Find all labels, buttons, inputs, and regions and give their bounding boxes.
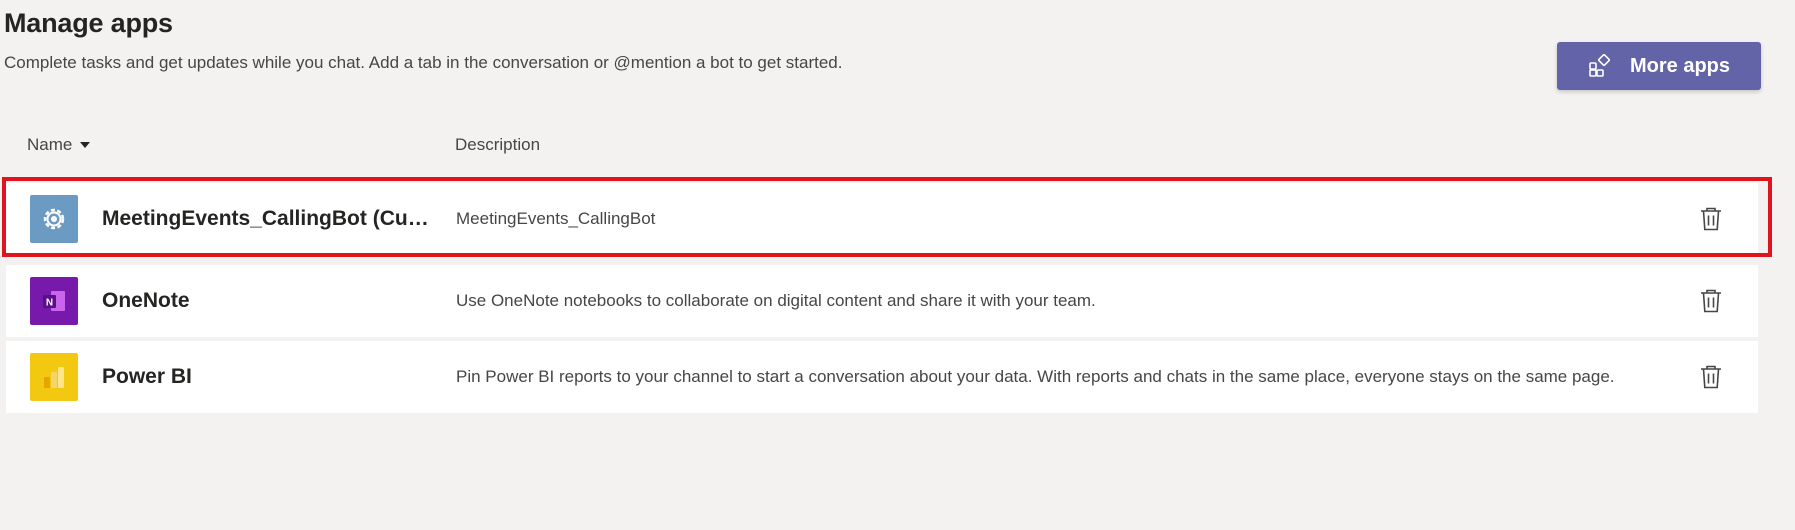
app-description: Use OneNote notebooks to collaborate on …	[456, 291, 1096, 310]
column-header-description: Description	[455, 135, 541, 154]
delete-icon[interactable]	[1696, 286, 1726, 316]
table-row[interactable]: MeetingEvents_CallingBot (Custom) Meetin…	[6, 183, 1758, 255]
page-subtitle: Complete tasks and get updates while you…	[4, 53, 843, 72]
table-row[interactable]: N OneNote Use OneNote notebooks to colla…	[6, 265, 1758, 337]
delete-icon[interactable]	[1696, 362, 1726, 392]
app-name: MeetingEvents_CallingBot (Custom)	[102, 207, 438, 230]
app-description: Pin Power BI reports to your channel to …	[456, 367, 1615, 386]
apps-add-icon	[1588, 54, 1612, 78]
page-title: Manage apps	[4, 8, 173, 38]
column-header-name-label: Name	[27, 135, 73, 154]
powerbi-icon	[30, 353, 78, 401]
svg-text:N: N	[46, 298, 53, 309]
table-row[interactable]: Power BI Pin Power BI reports to your ch…	[6, 341, 1758, 413]
sort-caret-icon	[80, 142, 91, 148]
app-name: Power BI	[102, 365, 192, 388]
column-header-name[interactable]: Name	[27, 135, 91, 155]
app-name: OneNote	[102, 289, 190, 312]
more-apps-button[interactable]: More apps	[1557, 42, 1761, 90]
more-apps-label: More apps	[1629, 54, 1731, 77]
gear-icon	[30, 195, 78, 243]
delete-icon[interactable]	[1696, 204, 1726, 234]
onenote-icon: N	[30, 277, 78, 325]
app-description: MeetingEvents_CallingBot	[456, 209, 656, 228]
